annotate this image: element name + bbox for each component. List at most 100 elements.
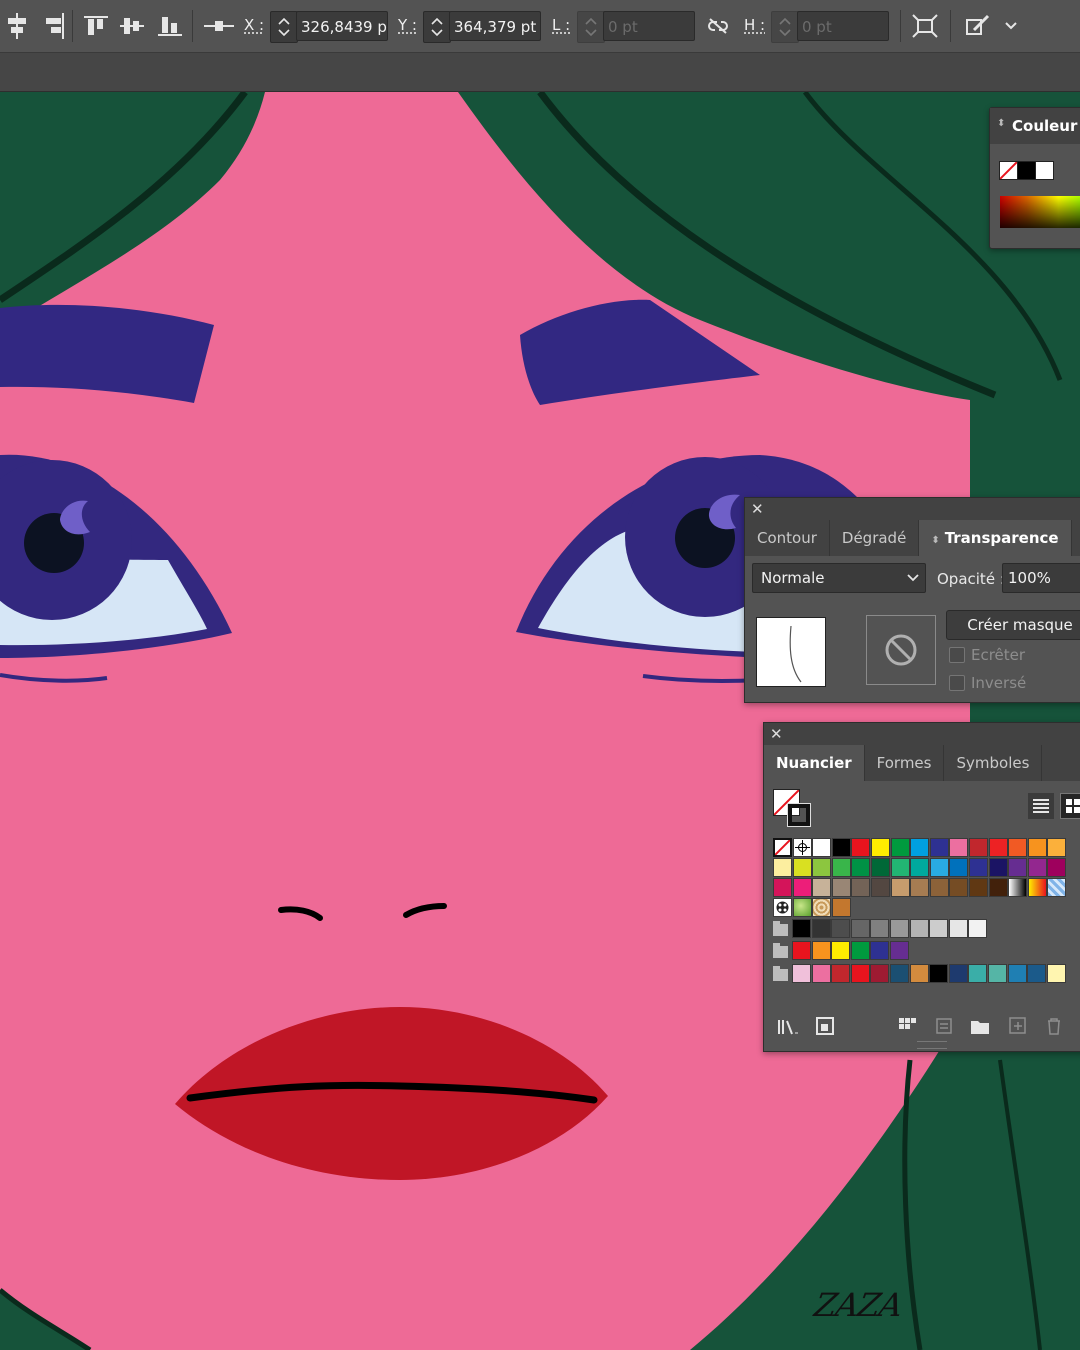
white-swatch[interactable] [1035, 161, 1054, 180]
swatch[interactable] [910, 878, 930, 897]
swatch[interactable] [792, 941, 811, 960]
swatch[interactable] [773, 898, 792, 917]
fill-none-swatch[interactable] [999, 161, 1018, 180]
swatch-options-icon[interactable] [897, 1016, 921, 1036]
tab-contour[interactable]: Contour [745, 520, 830, 556]
swatch[interactable] [948, 919, 968, 938]
reference-point-icon[interactable] [204, 10, 234, 42]
swatch[interactable] [910, 858, 930, 877]
x-field[interactable]: 326,8439 pt [296, 11, 388, 41]
swatch[interactable] [831, 941, 851, 960]
swatch[interactable] [773, 878, 792, 897]
tab-transparence[interactable]: ⬍ Transparence [919, 520, 1072, 556]
opacity-field[interactable]: 100% [1002, 563, 1080, 593]
create-mask-button[interactable]: Créer masque [946, 610, 1080, 640]
swatch[interactable] [812, 898, 832, 917]
swatch[interactable] [871, 838, 890, 857]
place-swatch-icon[interactable] [815, 1016, 837, 1036]
collapse-arrows-icon[interactable]: ⬍ [997, 118, 1005, 129]
color-spectrum[interactable] [1000, 196, 1080, 228]
swatch[interactable] [1008, 878, 1028, 897]
swatch[interactable] [890, 919, 909, 938]
swatch[interactable] [1008, 858, 1028, 877]
delete-swatch-icon[interactable] [1044, 1016, 1064, 1036]
swatch[interactable] [850, 941, 870, 960]
color-group-icon[interactable] [934, 1016, 954, 1036]
swatch[interactable] [949, 838, 969, 857]
swatch[interactable] [890, 941, 909, 960]
swatch[interactable] [909, 919, 929, 938]
swatch[interactable] [870, 941, 890, 960]
swatch[interactable] [1027, 858, 1047, 877]
color-panel-title[interactable]: Couleur [1012, 117, 1077, 135]
edit-path-icon[interactable] [964, 10, 992, 42]
swatch[interactable] [792, 919, 811, 938]
swatch[interactable] [949, 878, 969, 897]
swatch[interactable] [850, 919, 870, 938]
swatch[interactable] [988, 964, 1007, 983]
object-thumbnail[interactable] [756, 617, 826, 687]
swatch[interactable] [929, 858, 949, 877]
swatch[interactable] [831, 919, 851, 938]
swatch[interactable] [812, 838, 832, 857]
align-bottom-icon[interactable] [158, 10, 182, 42]
new-swatch-icon[interactable] [1008, 1016, 1028, 1036]
align-top-icon[interactable] [84, 10, 108, 42]
color-group-folder-icon[interactable] [773, 921, 788, 936]
swatch[interactable] [988, 878, 1008, 897]
swatch[interactable] [929, 964, 949, 983]
mask-placeholder[interactable] [866, 615, 936, 685]
swatch[interactable] [1008, 838, 1028, 857]
swatch[interactable] [831, 878, 851, 897]
swatch[interactable] [871, 878, 890, 897]
swatch[interactable] [969, 858, 988, 877]
swatch[interactable] [1027, 878, 1047, 897]
swatch[interactable] [969, 878, 988, 897]
transform-icon[interactable] [912, 10, 938, 42]
unlink-proportions-icon[interactable] [706, 10, 730, 42]
swatch[interactable] [792, 898, 812, 917]
swatch[interactable] [773, 858, 792, 877]
swatch[interactable] [968, 964, 988, 983]
swatch[interactable] [988, 858, 1008, 877]
swatch[interactable] [1027, 964, 1047, 983]
swatch[interactable] [811, 941, 831, 960]
swatch[interactable] [811, 919, 831, 938]
align-horizontal-center-icon[interactable] [6, 10, 28, 42]
chevron-down-icon[interactable] [1002, 10, 1020, 42]
swatch[interactable] [851, 838, 871, 857]
swatch[interactable] [929, 838, 949, 857]
swatch[interactable] [812, 858, 832, 877]
swatch[interactable] [773, 838, 792, 857]
swatch[interactable] [1047, 878, 1067, 897]
swatch[interactable] [1047, 838, 1067, 857]
swatch[interactable] [969, 838, 988, 857]
swatch[interactable] [890, 858, 910, 877]
close-icon[interactable]: ✕ [751, 500, 764, 518]
swatch[interactable] [949, 858, 969, 877]
x-stepper[interactable] [270, 11, 298, 43]
swatch[interactable] [831, 838, 851, 857]
swatch[interactable] [890, 878, 910, 897]
width-stepper[interactable] [577, 11, 605, 43]
swatch[interactable] [948, 964, 968, 983]
swatch[interactable] [929, 878, 949, 897]
width-field[interactable]: 0 pt [603, 11, 695, 41]
swatch[interactable] [968, 919, 988, 938]
swatch[interactable] [850, 964, 870, 983]
swatch-libraries-icon[interactable] [776, 1017, 800, 1037]
swatch[interactable] [890, 838, 910, 857]
color-group-folder-icon[interactable] [773, 943, 788, 958]
swatch[interactable] [1046, 964, 1066, 983]
align-right-icon[interactable] [42, 10, 64, 42]
swatch[interactable] [792, 838, 812, 857]
resize-handle[interactable] [917, 1041, 947, 1049]
swatch[interactable] [1027, 838, 1047, 857]
swatch[interactable] [792, 964, 811, 983]
swatch[interactable] [988, 838, 1008, 857]
swatch[interactable] [792, 878, 812, 897]
swatch[interactable] [812, 878, 832, 897]
swatch[interactable] [831, 964, 851, 983]
clip-checkbox[interactable] [949, 647, 965, 663]
swatch[interactable] [831, 898, 851, 917]
